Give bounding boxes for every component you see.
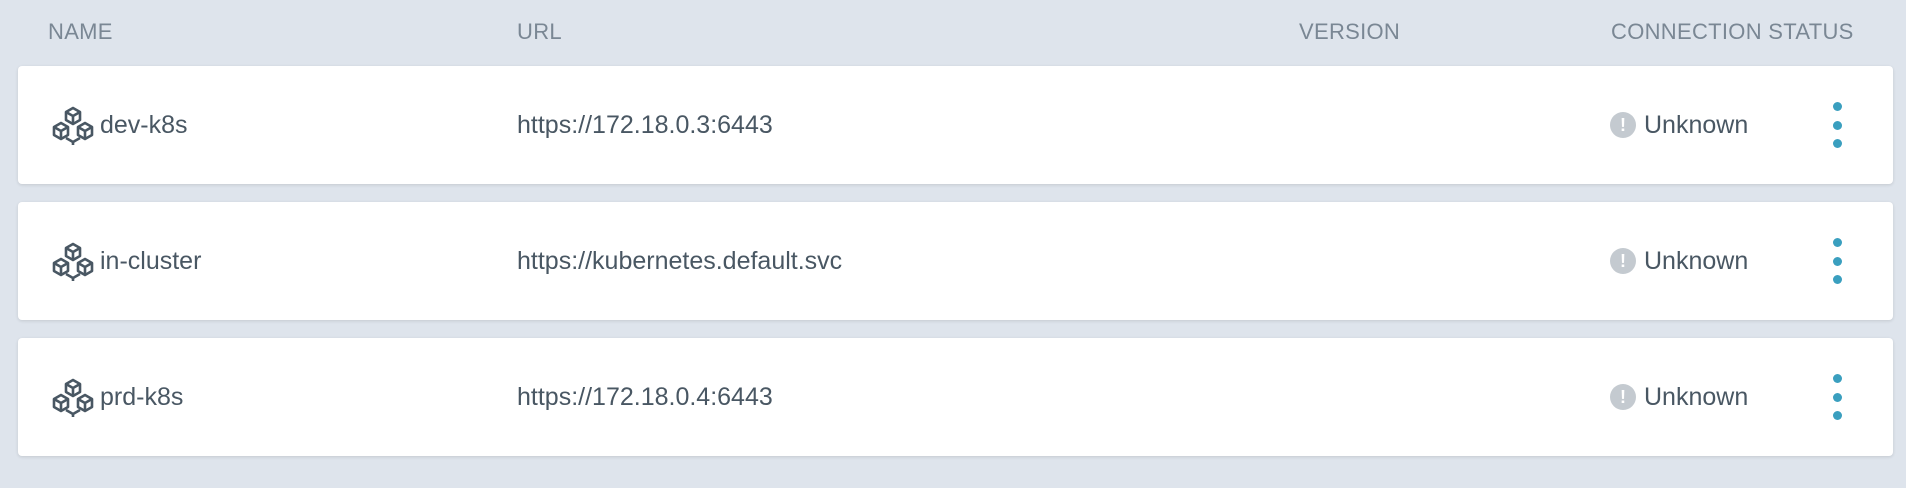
exclamation-circle-icon: ! [1610,384,1636,410]
cluster-icon [52,242,94,281]
cluster-name[interactable]: dev-k8s [100,66,188,184]
menu-dot [1832,238,1842,247]
cluster-url: https://kubernetes.default.svc [517,246,843,275]
connection-status: ! Unknown [1610,202,1748,320]
connection-status: ! Unknown [1610,66,1748,184]
cluster-name[interactable]: in-cluster [100,202,201,320]
column-header-name: NAME [48,19,113,44]
status-label: Unknown [1644,110,1749,139]
row-actions-menu-button[interactable] [1826,374,1848,420]
table-header: NAME URL VERSION CONNECTION STATUS [0,0,1906,62]
exclamation-circle-icon: ! [1610,248,1636,274]
menu-dot [1832,374,1842,383]
menu-dot [1832,139,1842,148]
column-header-url: URL [517,19,562,44]
column-header-version: VERSION [1299,19,1401,44]
cluster-url: https://172.18.0.4:6443 [517,382,773,411]
table-row[interactable]: in-cluster https://kubernetes.default.sv… [18,202,1893,320]
row-actions-menu-button[interactable] [1826,238,1848,284]
menu-dot [1832,411,1842,420]
status-label: Unknown [1644,382,1749,411]
menu-dot [1832,392,1842,402]
menu-dot [1832,256,1842,266]
cluster-icon [52,106,94,145]
menu-dot [1832,120,1842,130]
exclamation-circle-icon: ! [1610,112,1636,138]
column-header-connection-status: CONNECTION STATUS [1611,19,1854,44]
cluster-icon [52,378,94,417]
cluster-name[interactable]: prd-k8s [100,338,183,456]
table-row[interactable]: dev-k8s https://172.18.0.3:6443 ! Unknow… [18,66,1893,184]
table-row[interactable]: prd-k8s https://172.18.0.4:6443 ! Unknow… [18,338,1893,456]
status-label: Unknown [1644,246,1749,275]
row-actions-menu-button[interactable] [1826,102,1848,148]
cluster-url: https://172.18.0.3:6443 [517,110,773,139]
connection-status: ! Unknown [1610,338,1748,456]
menu-dot [1832,102,1842,111]
menu-dot [1832,275,1842,284]
